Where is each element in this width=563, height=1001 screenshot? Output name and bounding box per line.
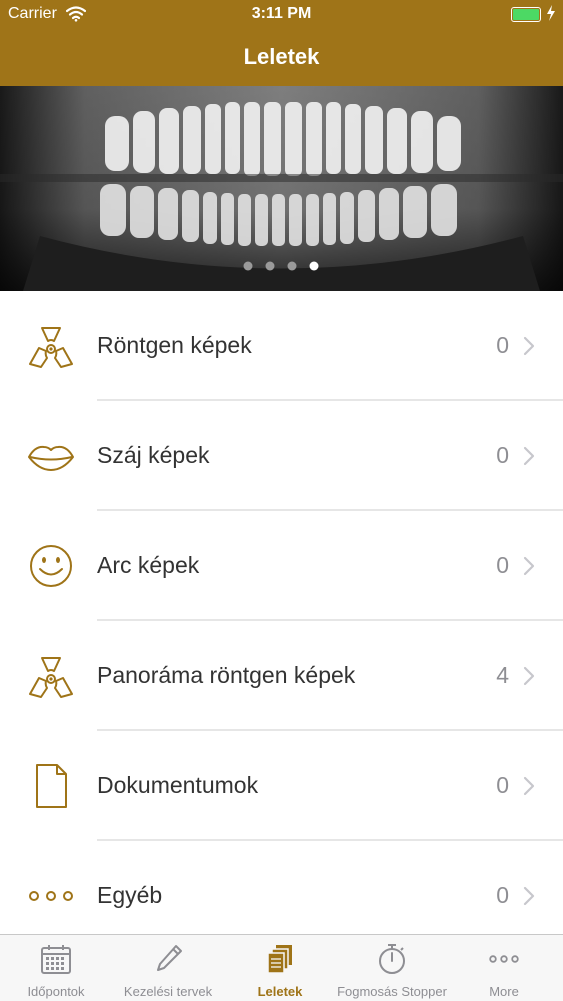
list-item-rontgen[interactable]: Röntgen képek 0 xyxy=(0,291,563,401)
document-icon xyxy=(27,764,75,808)
panoramic-xray-image xyxy=(0,86,563,291)
tab-idopontok[interactable]: Időpontok xyxy=(0,935,112,1001)
stopwatch-icon xyxy=(376,943,408,975)
list-item-count: 4 xyxy=(496,662,509,688)
chevron-right-icon xyxy=(523,556,535,581)
list-item-dokumentumok[interactable]: Dokumentumok 0 xyxy=(0,731,563,841)
findings-list: Röntgen képek 0 Száj képek 0 Arc képek 0 xyxy=(0,291,563,951)
tab-label: Kezelési tervek xyxy=(123,984,213,999)
page-dot[interactable] xyxy=(309,261,319,271)
dots-icon xyxy=(27,874,75,918)
documents-stack-icon xyxy=(264,943,296,975)
battery-fill xyxy=(513,9,539,20)
list-item-panorama[interactable]: Panoráma röntgen képek 4 xyxy=(0,621,563,731)
page-title: Leletek xyxy=(243,44,320,69)
tab-label: Leletek xyxy=(257,984,303,999)
tab-label: More xyxy=(489,984,519,999)
chevron-right-icon xyxy=(523,446,535,471)
page-dot[interactable] xyxy=(243,261,253,271)
lips-icon xyxy=(27,434,75,478)
status-bar: Carrier 3:11 PM xyxy=(0,0,563,30)
list-item-label: Röntgen képek xyxy=(97,332,252,358)
charging-icon xyxy=(546,5,556,26)
chevron-right-icon xyxy=(523,886,535,911)
page-dot[interactable] xyxy=(287,261,297,271)
smiley-icon xyxy=(27,544,75,588)
tab-label: Időpontok xyxy=(27,984,85,999)
tab-label: Fogmosás Stopper xyxy=(337,984,447,999)
list-item-count: 0 xyxy=(496,772,509,798)
chevron-right-icon xyxy=(523,666,535,691)
radiation-icon xyxy=(27,324,75,368)
list-item-count: 0 xyxy=(496,332,509,358)
list-item-szaj[interactable]: Száj képek 0 xyxy=(0,401,563,511)
status-time: 3:11 PM xyxy=(251,5,312,22)
more-dots-icon xyxy=(488,943,520,975)
navigation-bar: Leletek xyxy=(0,30,563,86)
list-item-label: Panoráma röntgen képek xyxy=(97,662,356,688)
list-item-label: Dokumentumok xyxy=(97,772,259,798)
list-item-label: Arc képek xyxy=(97,552,200,578)
tab-kezelesi-tervek[interactable]: Kezelési tervek xyxy=(112,935,224,1001)
list-item-label: Egyéb xyxy=(97,882,163,908)
tab-fogmosas-stopper[interactable]: Fogmosás Stopper xyxy=(336,935,448,1001)
pencil-icon xyxy=(152,943,184,975)
tab-more[interactable]: More xyxy=(448,935,560,1001)
radiation-icon xyxy=(27,654,75,698)
calendar-icon xyxy=(40,943,72,975)
list-item-count: 0 xyxy=(496,552,509,578)
tab-leletek[interactable]: Leletek xyxy=(224,935,336,1001)
chevron-right-icon xyxy=(523,336,535,361)
list-item-label: Száj képek xyxy=(97,442,210,468)
xray-image-carousel[interactable] xyxy=(0,86,563,291)
chevron-right-icon xyxy=(523,776,535,801)
battery-icon xyxy=(511,7,541,22)
list-item-arc[interactable]: Arc képek 0 xyxy=(0,511,563,621)
tab-bar: Időpontok Kezelési tervek Leletek Fogmos… xyxy=(0,934,563,1001)
page-dot[interactable] xyxy=(265,261,275,271)
list-item-count: 0 xyxy=(496,882,509,908)
list-item-count: 0 xyxy=(496,442,509,468)
